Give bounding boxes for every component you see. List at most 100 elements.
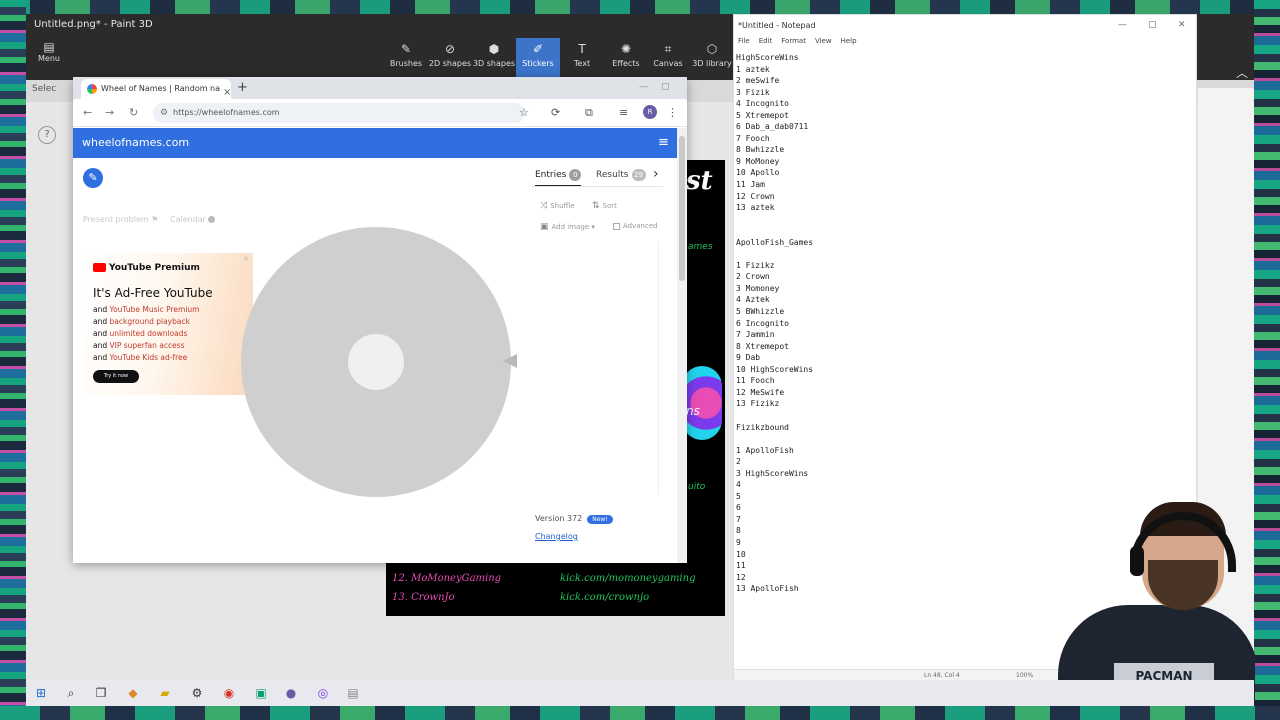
new-badge: New! bbox=[587, 515, 613, 524]
reload-icon[interactable]: ↻ bbox=[129, 106, 138, 119]
page-scrollbar[interactable] bbox=[677, 128, 687, 563]
maximize-icon[interactable]: ▢ bbox=[1148, 15, 1157, 35]
obs-icon[interactable]: ◎ bbox=[315, 685, 331, 701]
menu-edit[interactable]: Edit bbox=[759, 37, 773, 45]
webcam-feed: PACMAN bbox=[1050, 490, 1255, 706]
tool-3d-library[interactable]: ⬡ 3D library bbox=[690, 38, 734, 78]
chrome-navbar: ← → ↻ ⚙ https://wheelofnames.com ☆ ⟳ ⧉ ≡… bbox=[73, 99, 687, 127]
flag-icon: ⚑ bbox=[151, 215, 159, 224]
hamburger-menu-icon[interactable]: ≡ bbox=[658, 128, 669, 158]
tab-results[interactable]: Results 29 bbox=[596, 169, 646, 181]
desktop-background-top bbox=[0, 0, 1280, 14]
chrome-icon[interactable]: ◉ bbox=[221, 685, 237, 701]
minimize-icon[interactable]: — bbox=[639, 82, 648, 92]
windows-start-icon[interactable]: ⊞ bbox=[33, 685, 49, 701]
changelog-link[interactable]: Changelog bbox=[535, 532, 578, 541]
3d-library-icon: ⬡ bbox=[706, 42, 718, 56]
menu-format[interactable]: Format bbox=[781, 37, 806, 45]
notepad-menubar: File Edit Format View Help bbox=[734, 37, 1196, 51]
chevron-right-icon[interactable]: › bbox=[653, 166, 659, 182]
tab-title: Wheel of Names | Random na bbox=[101, 84, 221, 93]
menu-view[interactable]: View bbox=[815, 37, 832, 45]
chrome-window: Wheel of Names | Random na × + — ▢ ← → ↻… bbox=[73, 77, 687, 563]
overlay-logo bbox=[682, 366, 722, 440]
menu-button[interactable]: ▤ Menu bbox=[34, 40, 64, 63]
star-icon[interactable]: ☆ bbox=[519, 106, 529, 119]
ad-line: and YouTube Kids ad-free bbox=[93, 353, 188, 362]
tool-stickers[interactable]: ✐ Stickers bbox=[516, 38, 560, 78]
menu-file[interactable]: File bbox=[738, 37, 750, 45]
shuffle-button[interactable]: ⤨ Shuffle bbox=[540, 201, 575, 211]
tool-label: Brushes bbox=[389, 59, 423, 68]
task-view-icon[interactable]: ❐ bbox=[93, 685, 109, 701]
site-header: wheelofnames.com ≡ bbox=[73, 128, 677, 158]
chrome-tabbar: Wheel of Names | Random na × + — ▢ bbox=[73, 77, 687, 99]
edit-pencil-icon[interactable]: ✎ bbox=[83, 168, 103, 188]
advanced-checkbox[interactable]: Advanced bbox=[613, 222, 658, 230]
tool-canvas[interactable]: ⌗ Canvas bbox=[646, 38, 690, 78]
desktop-background-bottom bbox=[0, 706, 1280, 720]
app-icon[interactable]: ◆ bbox=[125, 685, 141, 701]
help-icon[interactable]: ? bbox=[38, 126, 56, 144]
ad-headline: It's Ad-Free YouTube bbox=[93, 286, 213, 300]
site-info-icon[interactable]: ⚙ bbox=[160, 103, 168, 123]
wheel-center[interactable] bbox=[348, 334, 404, 390]
youtube-premium-ad[interactable]: ✕ YouTube Premium It's Ad-Free YouTube a… bbox=[83, 253, 253, 395]
app-icon[interactable]: ▣ bbox=[253, 685, 269, 701]
tool-label: Text bbox=[573, 59, 591, 68]
add-image-button[interactable]: ▣ Add image ▾ bbox=[540, 222, 595, 232]
sort-button[interactable]: ⇅ Sort bbox=[592, 201, 617, 211]
shuffle-icon: ⤨ bbox=[540, 201, 548, 211]
new-tab-icon[interactable]: + bbox=[237, 80, 248, 95]
maximize-icon[interactable]: ▢ bbox=[661, 82, 670, 92]
tool-effects[interactable]: ✺ Effects bbox=[604, 38, 648, 78]
checkbox-icon[interactable] bbox=[613, 222, 620, 230]
search-icon[interactable]: ⌕ bbox=[63, 685, 79, 701]
desktop-background-right bbox=[1254, 0, 1280, 720]
tool-3d-shapes[interactable]: ⬢ 3D shapes bbox=[472, 38, 516, 78]
more-options-icon[interactable]: ⋮ bbox=[667, 106, 678, 119]
overlay-row-name: 12. MoMoneyGaming bbox=[392, 573, 502, 584]
select-label[interactable]: Selec bbox=[32, 84, 56, 94]
tool-brushes[interactable]: ✎ Brushes bbox=[384, 38, 428, 78]
ad-cta-button[interactable]: Try it now bbox=[93, 370, 139, 383]
scrollbar-thumb[interactable] bbox=[679, 136, 685, 281]
canvas-icon: ⌗ bbox=[664, 42, 672, 56]
profile-avatar[interactable]: R bbox=[643, 105, 657, 119]
close-tab-icon[interactable]: × bbox=[223, 83, 231, 99]
windows-taskbar: ⊞ ⌕ ❐ ◆ ▰ ⚙ ◉ ▣ ● ◎ ▤ bbox=[26, 680, 1254, 706]
tab-entries[interactable]: Entries 0 bbox=[535, 169, 582, 187]
brush-icon: ✎ bbox=[400, 42, 412, 56]
ad-line: and VIP superfan access bbox=[93, 341, 185, 350]
extensions-icon[interactable]: ⟳ bbox=[551, 106, 560, 119]
tool-label: 3D library bbox=[692, 59, 732, 68]
reading-list-icon[interactable]: ≡ bbox=[619, 106, 628, 119]
overlay-fragment: ns bbox=[686, 404, 700, 418]
tool-2d-shapes[interactable]: ⊘ 2D shapes bbox=[428, 38, 472, 78]
forward-icon[interactable]: → bbox=[105, 106, 114, 119]
spin-wheel[interactable] bbox=[241, 227, 511, 497]
tool-label: Stickers bbox=[522, 59, 554, 68]
notepad-icon[interactable]: ▤ bbox=[345, 685, 361, 701]
file-explorer-icon[interactable]: ▰ bbox=[157, 685, 173, 701]
close-icon[interactable]: ✕ bbox=[1178, 15, 1186, 35]
cast-icon[interactable]: ⧉ bbox=[585, 106, 593, 120]
browser-tab[interactable]: Wheel of Names | Random na × bbox=[81, 79, 231, 99]
text-icon: T bbox=[578, 42, 586, 56]
minimize-icon[interactable]: — bbox=[1118, 15, 1127, 35]
back-icon[interactable]: ← bbox=[83, 106, 92, 119]
ad-close-icon[interactable]: ✕ bbox=[243, 255, 249, 263]
site-brand[interactable]: wheelofnames.com bbox=[82, 136, 189, 149]
entries-textarea[interactable] bbox=[535, 242, 659, 494]
address-bar[interactable]: ⚙ https://wheelofnames.com bbox=[153, 103, 525, 123]
microphone-icon bbox=[1130, 546, 1144, 576]
ad-line: and background playback bbox=[93, 317, 190, 326]
calendar-link[interactable]: Calendar bbox=[170, 215, 215, 224]
settings-icon[interactable]: ⚙ bbox=[189, 685, 205, 701]
chevron-up-icon[interactable]: ︿ bbox=[1236, 64, 1248, 81]
tool-text[interactable]: T Text bbox=[560, 38, 604, 78]
overlay-title: st bbox=[686, 166, 713, 196]
app-icon[interactable]: ● bbox=[283, 685, 299, 701]
menu-help[interactable]: Help bbox=[841, 37, 857, 45]
present-problem-link[interactable]: Present problem ⚑ bbox=[83, 215, 158, 224]
